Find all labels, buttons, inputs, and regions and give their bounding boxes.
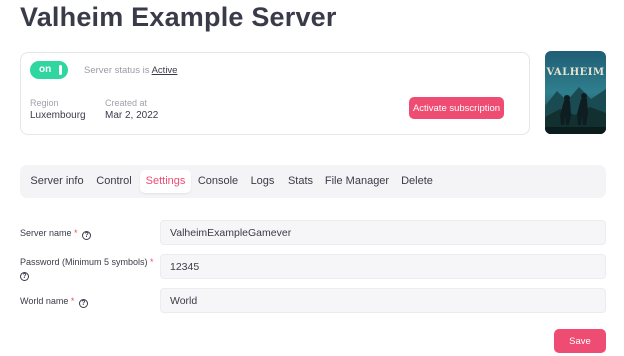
toggle-label: on (39, 64, 52, 75)
save-button[interactable]: Save (554, 329, 606, 353)
help-icon[interactable]: ? (82, 231, 92, 240)
toggle-knob (59, 65, 62, 75)
server-name-input[interactable] (160, 220, 606, 245)
password-input[interactable] (160, 254, 606, 279)
server-name-label-text: Server name (20, 228, 72, 238)
status-active-link[interactable]: Active (152, 65, 178, 76)
created-at-label: Created at (105, 98, 148, 108)
required-asterisk: * (74, 228, 78, 238)
required-asterisk: * (150, 257, 154, 267)
tab-console[interactable]: Console (195, 170, 241, 193)
server-status-text: Server status is Active (84, 65, 177, 76)
server-power-toggle[interactable]: on (30, 61, 68, 79)
tab-stats[interactable]: Stats (284, 170, 317, 193)
region-label: Region (30, 98, 59, 108)
tab-settings[interactable]: Settings (140, 170, 191, 193)
server-name-label: Server name * ? (20, 227, 92, 240)
help-icon[interactable]: ? (78, 299, 88, 308)
valheim-game-cover: VALHEIM (545, 51, 606, 134)
tab-control[interactable]: Control (90, 170, 138, 193)
region-value: Luxembourg (30, 110, 86, 121)
tab-logs[interactable]: Logs (246, 170, 279, 193)
server-tabs: Server info Control Settings Console Log… (20, 165, 606, 198)
help-icon[interactable]: ? (20, 272, 29, 281)
world-name-input[interactable] (160, 288, 606, 313)
password-label: Password (Minimum 5 symbols) * ? (20, 256, 154, 281)
password-label-text: Password (Minimum 5 symbols) (20, 257, 148, 267)
activate-subscription-button[interactable]: Activate subscription (409, 97, 504, 119)
tab-delete[interactable]: Delete (397, 170, 437, 193)
world-name-label-text: World name (20, 296, 69, 306)
tab-file-manager[interactable]: File Manager (322, 170, 392, 193)
status-prefix: Server status is (84, 65, 152, 76)
page-title: Valheim Example Server (20, 2, 337, 32)
required-asterisk: * (70, 296, 75, 306)
game-logo-text: VALHEIM (545, 67, 604, 78)
server-status-card: on Server status is Active Region Luxemb… (20, 52, 530, 135)
tab-server-info[interactable]: Server info (26, 170, 88, 193)
world-name-label: World name * ? (20, 295, 88, 308)
created-at-value: Mar 2, 2022 (105, 110, 159, 121)
